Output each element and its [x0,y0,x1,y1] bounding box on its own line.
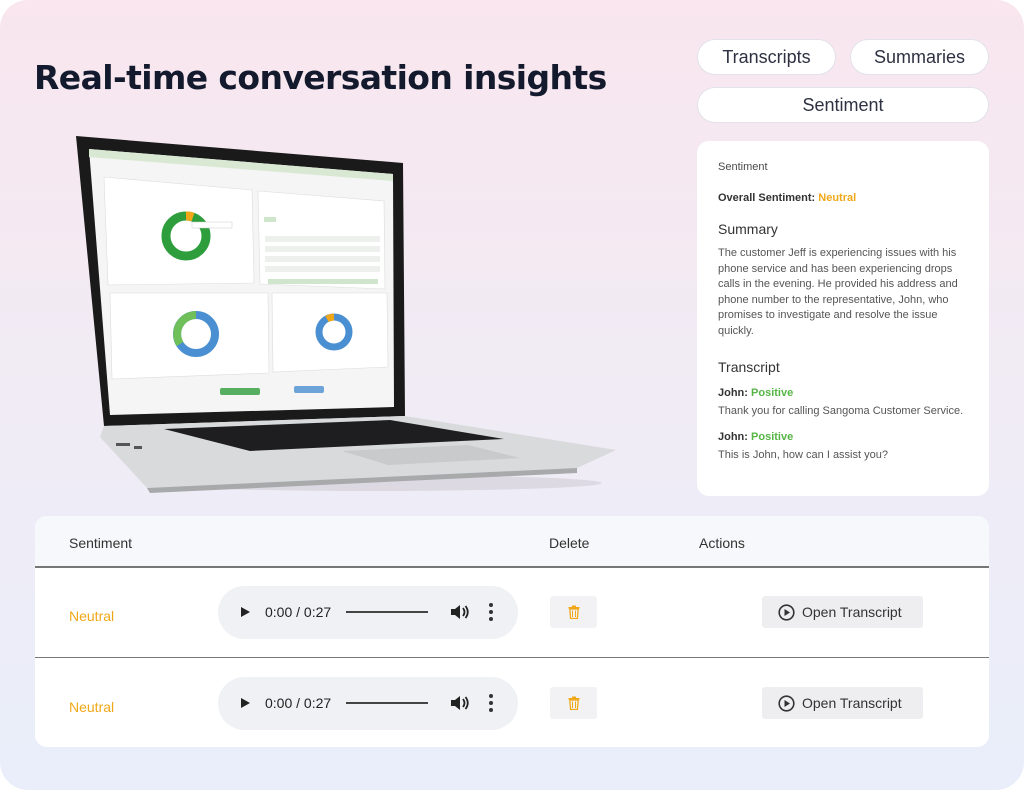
laptop-illustration [72,133,620,495]
audio-progress-track[interactable] [346,702,428,704]
page-frame: Real-time conversation insights Transcri… [0,0,1024,790]
delete-button[interactable] [550,596,597,628]
speaker-sentiment: Positive [751,387,794,399]
tab-sentiment[interactable]: Sentiment [697,87,989,123]
trash-icon [568,696,579,710]
overall-sentiment-label: Overall Sentiment: [718,192,816,204]
trash-icon [568,605,579,619]
header-actions: Actions [699,535,745,551]
audio-player: 0:00 / 0:27 [218,677,518,730]
more-options-icon[interactable] [488,694,494,712]
summary-text: The customer Jeff is experiencing issues… [718,247,958,337]
open-transcript-label: Open Transcript [802,604,902,620]
card-heading: Sentiment [718,161,768,173]
speaker-sentiment: Positive [751,431,794,443]
transcript-line: Thank you for calling Sangoma Customer S… [718,405,964,417]
sentiment-card: Sentiment Overall Sentiment: Neutral Sum… [697,141,989,496]
audio-player: 0:00 / 0:27 [218,586,518,639]
overall-sentiment-value: Neutral [818,192,857,204]
table-header: Sentiment Delete Actions [35,516,989,568]
transcript-speaker: John: Positive [718,387,969,399]
header-sentiment: Sentiment [69,535,133,551]
overall-sentiment: Overall Sentiment: Neutral [718,192,969,204]
volume-icon[interactable] [450,694,470,712]
row-sentiment: Neutral [69,608,115,624]
play-circle-icon [778,694,795,712]
recordings-table: Sentiment Delete Actions Neutral 0:00 / … [35,516,989,747]
table-row: Neutral 0:00 / 0:27 Open Transcript [35,569,989,658]
summary-heading: Summary [718,221,778,237]
tab-transcripts[interactable]: Transcripts [697,39,836,75]
play-icon[interactable] [241,607,250,617]
row-sentiment: Neutral [69,699,115,715]
more-options-icon[interactable] [488,603,494,621]
tab-summaries[interactable]: Summaries [850,39,989,75]
audio-time: 0:00 / 0:27 [265,604,332,620]
page-title: Real-time conversation insights [34,58,607,97]
open-transcript-button[interactable]: Open Transcript [762,687,923,719]
audio-progress-track[interactable] [346,611,428,613]
transcript-line: This is John, how can I assist you? [718,449,888,461]
open-transcript-button[interactable]: Open Transcript [762,596,923,628]
open-transcript-label: Open Transcript [802,695,902,711]
play-icon[interactable] [241,698,250,708]
volume-icon[interactable] [450,603,470,621]
audio-time: 0:00 / 0:27 [265,695,332,711]
play-circle-icon [778,603,795,621]
transcript-heading: Transcript [718,359,780,375]
speaker-name: John: [718,387,748,399]
transcript-speaker: John: Positive [718,431,969,443]
speaker-name: John: [718,431,748,443]
table-row: Neutral 0:00 / 0:27 Open Transcript [35,660,989,747]
delete-button[interactable] [550,687,597,719]
header-delete: Delete [549,535,590,551]
